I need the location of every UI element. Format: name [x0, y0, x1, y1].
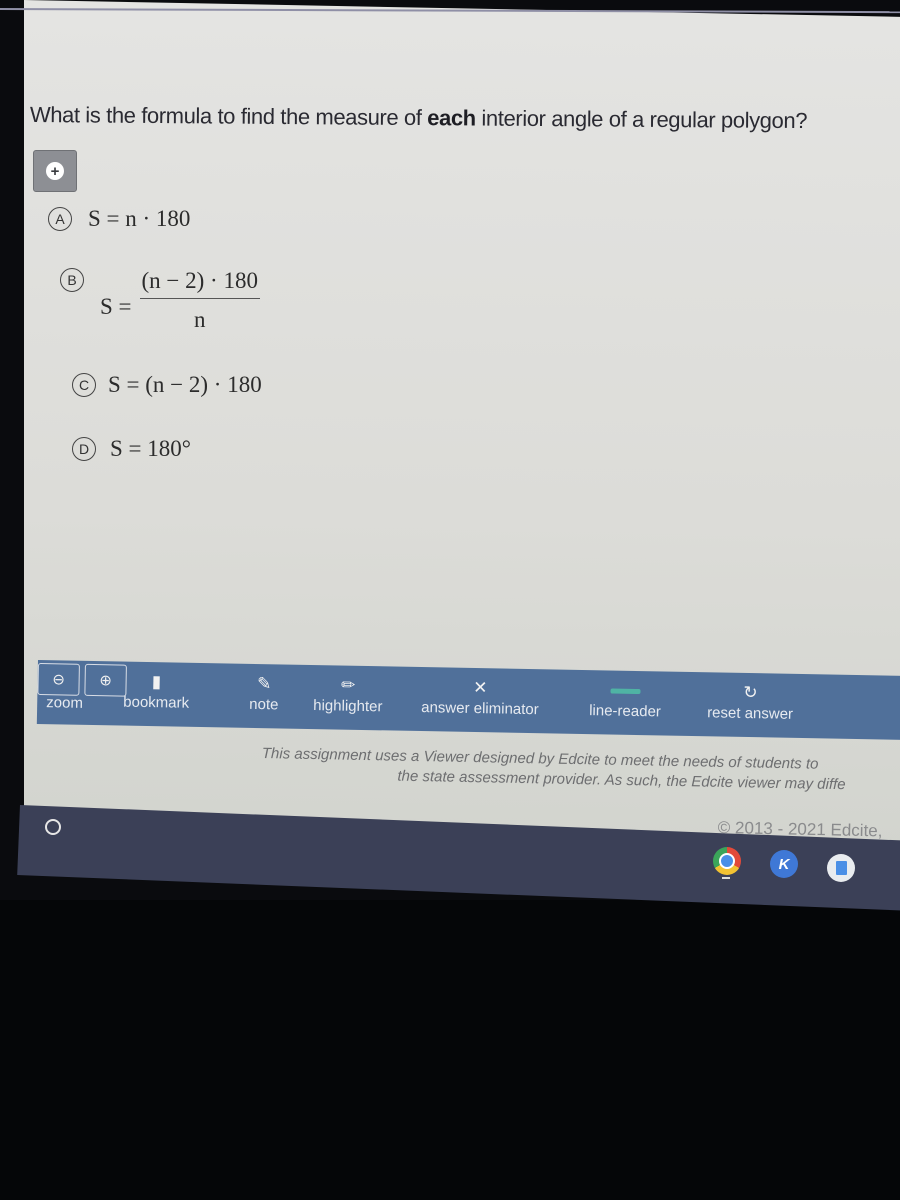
choice-a[interactable]: A S = n · 180 — [48, 206, 190, 232]
choice-formula: S = 180° — [110, 436, 191, 461]
choice-letter: D — [72, 437, 96, 461]
screen: What is the formula to find the measure … — [0, 0, 900, 912]
chrome-app[interactable] — [713, 847, 741, 875]
denominator: n — [193, 307, 206, 332]
line-reader-button[interactable]: line-reader — [589, 678, 661, 720]
highlighter-icon: ✏ — [340, 675, 356, 695]
expand-button[interactable]: + — [33, 150, 77, 192]
choice-letter: A — [48, 207, 72, 231]
choice-d[interactable]: D S = 180° — [72, 436, 191, 462]
fraction: (n − 2) · 180 n — [139, 268, 260, 333]
choice-letter: C — [72, 373, 96, 397]
note-edit-icon: ✎ — [256, 674, 272, 694]
refresh-icon: ↻ — [743, 682, 758, 703]
close-x-icon: ✕ — [473, 677, 488, 698]
choice-formula: S = n · 180 — [88, 206, 191, 231]
docs-app[interactable] — [827, 854, 855, 882]
bookmark-icon: ▮ — [151, 672, 162, 692]
line-reader-icon — [610, 678, 641, 703]
launcher-icon — [45, 819, 61, 835]
zoom-out-icon: ⊖ — [52, 671, 66, 689]
launcher-button[interactable] — [40, 814, 66, 840]
zoom-label: zoom — [46, 694, 84, 712]
zoom-in-button[interactable]: ⊕ — [84, 663, 127, 697]
kami-app[interactable]: K — [770, 850, 798, 878]
question-emphasis: each — [427, 105, 476, 131]
choice-formula-lhs: S = — [100, 293, 132, 319]
zoom-out-button[interactable]: ⊖ — [37, 662, 80, 696]
choice-c[interactable]: C S = (n − 2) · 180 — [72, 372, 262, 398]
kami-icon: K — [778, 855, 790, 873]
chrome-icon — [719, 853, 735, 869]
choice-letter: B — [60, 268, 84, 292]
bookmark-button[interactable]: ▮ bookmark — [123, 670, 190, 712]
answer-eliminator-button[interactable]: ✕ answer eliminator — [421, 675, 539, 718]
choice-b[interactable]: B S = (n − 2) · 180 n — [60, 268, 260, 333]
plus-circle-icon: + — [46, 162, 64, 180]
docs-icon — [835, 861, 847, 875]
zoom-in-icon: ⊕ — [99, 672, 113, 690]
numerator: (n − 2) · 180 — [139, 268, 260, 299]
highlighter-button[interactable]: ✏ highlighter — [313, 673, 383, 716]
reset-answer-button[interactable]: ↻ reset answer — [707, 680, 794, 723]
note-button[interactable]: ✎ note — [249, 672, 279, 713]
choice-formula: S = (n − 2) · 180 — [108, 372, 262, 397]
running-indicator — [722, 877, 730, 879]
